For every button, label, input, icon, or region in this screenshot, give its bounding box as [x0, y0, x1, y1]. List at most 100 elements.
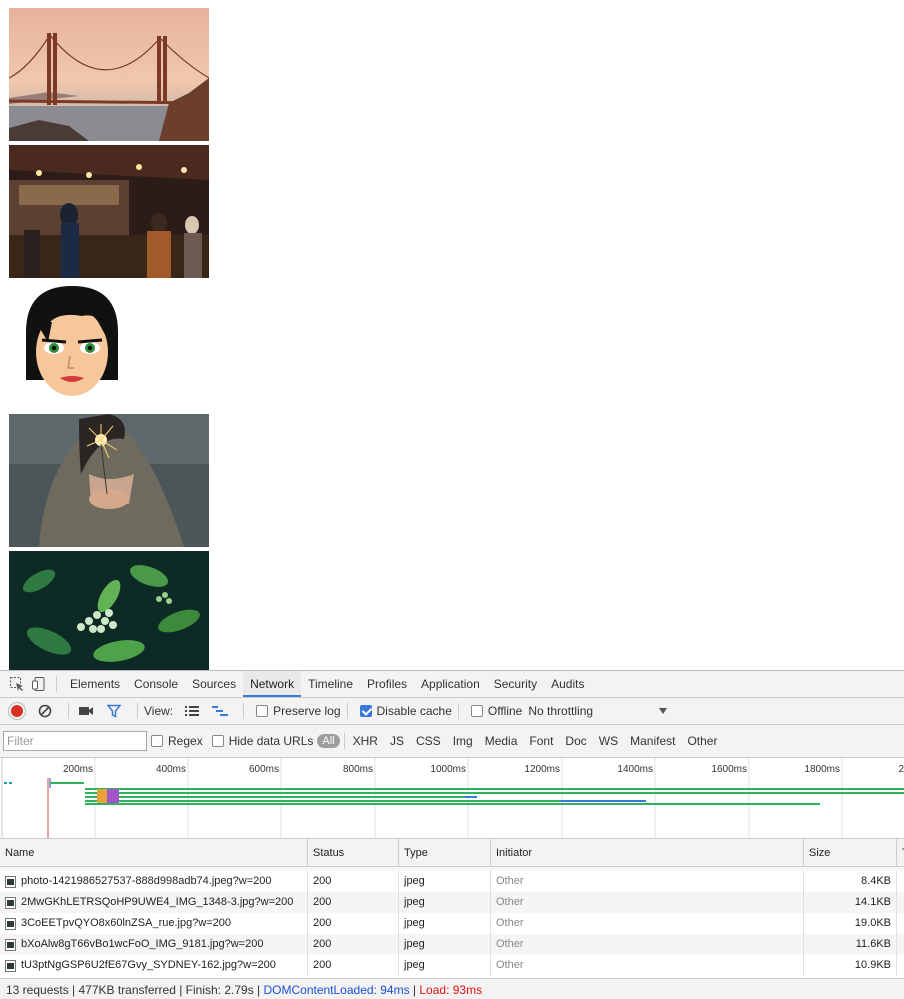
video-camera-icon [79, 707, 93, 715]
filter-type-doc[interactable]: Doc [559, 734, 592, 748]
clear-button[interactable] [34, 700, 56, 722]
filter-funnel-icon [107, 704, 121, 718]
request-name: photo-1421986527537-888d998adb74.jpeg?w=… [21, 875, 272, 887]
preserve-log-label: Preserve log [273, 704, 341, 718]
network-toolbar: View: Preserve log Disable cache Offline… [0, 698, 904, 725]
cell-name: 3CoEETpvQYO8x60lnZSA_rue.jpg?w=200 [0, 913, 308, 934]
filter-type-xhr[interactable]: XHR [347, 734, 384, 748]
column-header-name[interactable]: Name [0, 839, 308, 867]
hide-data-urls-checkbox[interactable] [211, 735, 224, 747]
devtools-panel: Elements Console Sources Network Timelin… [0, 670, 904, 999]
image-file-icon [5, 896, 16, 909]
filter-type-font[interactable]: Font [523, 734, 559, 748]
overview-toggle-button[interactable] [209, 700, 231, 722]
cell-size: 14.1KB [804, 892, 897, 913]
cell-initiator: Other [491, 871, 804, 892]
disable-cache-checkbox[interactable] [359, 705, 372, 717]
tab-network[interactable]: Network [243, 671, 302, 697]
table-row[interactable]: tU3ptNgGSP6U2fE67Gvy_SYDNEY-162.jpg?w=20… [0, 955, 904, 976]
dom-content-loaded-time: DOMContentLoaded: 94ms [263, 983, 410, 997]
sparkler-photo [9, 414, 209, 547]
cell-type: jpeg [399, 892, 491, 913]
cell-size: 19.0KB [804, 913, 897, 934]
filter-type-other[interactable]: Other [681, 734, 723, 748]
throttling-select[interactable]: No throttling [528, 704, 668, 718]
record-icon [11, 705, 23, 717]
avatar-illustration [20, 282, 125, 407]
filter-type-ws[interactable]: WS [593, 734, 624, 748]
view-label: View: [144, 704, 174, 718]
filter-toggle-button[interactable] [103, 700, 125, 722]
filter-type-js[interactable]: JS [384, 734, 410, 748]
filter-type-css[interactable]: CSS [410, 734, 447, 748]
large-rows-button[interactable] [181, 700, 203, 722]
tick-label: 200ms [63, 764, 93, 775]
column-header-initiator[interactable]: Initiator [491, 839, 804, 867]
cell-size: 11.6KB [804, 934, 897, 955]
cell-name: bXoAlw8gT66vBo1wcFoO_IMG_9181.jpg?w=200 [0, 934, 308, 955]
devtools-tabbar: Elements Console Sources Network Timelin… [0, 671, 904, 698]
filter-input[interactable] [3, 731, 147, 751]
tick-label: 800ms [343, 764, 373, 775]
tick-label: 1600ms [711, 764, 747, 775]
tick-label: 1200ms [524, 764, 560, 775]
list-view-icon [185, 706, 200, 716]
request-name: 3CoEETpvQYO8x60lnZSA_rue.jpg?w=200 [21, 917, 232, 929]
cell-status: 200 [308, 934, 399, 955]
offline-checkbox[interactable] [470, 705, 483, 717]
filter-type-manifest[interactable]: Manifest [624, 734, 681, 748]
disable-cache-label: Disable cache [376, 704, 452, 718]
cell-type: jpeg [399, 955, 491, 976]
filter-type-media[interactable]: Media [479, 734, 524, 748]
column-header-time[interactable]: T [897, 839, 904, 867]
filter-type-all[interactable]: All [317, 734, 340, 748]
capture-screenshots-button[interactable] [75, 700, 97, 722]
tabbar-divider [56, 676, 57, 692]
tab-elements[interactable]: Elements [63, 671, 127, 697]
table-row[interactable]: photo-1421986527537-888d998adb74.jpeg?w=… [0, 871, 904, 892]
tick-label: 1800ms [804, 764, 840, 775]
tab-console[interactable]: Console [127, 671, 185, 697]
inspect-element-icon[interactable] [6, 671, 28, 697]
device-mode-icon[interactable] [28, 671, 50, 697]
column-header-status[interactable]: Status [308, 839, 399, 867]
network-status-bar: 13 requests | 477KB transferred | Finish… [0, 978, 904, 999]
tab-sources[interactable]: Sources [185, 671, 243, 697]
clear-icon [38, 704, 52, 718]
image-file-icon [5, 875, 16, 888]
preserve-log-checkbox[interactable] [256, 705, 269, 717]
image-file-icon [5, 959, 16, 972]
cell-size: 10.9KB [804, 955, 897, 976]
cell-status: 200 [308, 892, 399, 913]
load-time: Load: 93ms [419, 983, 483, 997]
tab-application[interactable]: Application [414, 671, 487, 697]
column-header-type[interactable]: Type [399, 839, 491, 867]
tick-label: 2 [898, 764, 904, 775]
tab-profiles[interactable]: Profiles [360, 671, 414, 697]
table-row[interactable]: 2MwGKhLETRSQoHP9UWE4_IMG_1348-3.jpg?w=20… [0, 892, 904, 913]
record-button[interactable] [6, 700, 28, 722]
filter-divider [343, 733, 345, 749]
request-name: 2MwGKhLETRSQoHP9UWE4_IMG_1348-3.jpg?w=20… [21, 896, 294, 908]
table-row[interactable]: bXoAlw8gT66vBo1wcFoO_IMG_9181.jpg?w=200 … [0, 934, 904, 955]
tab-security[interactable]: Security [487, 671, 544, 697]
cell-status: 200 [308, 913, 399, 934]
hide-data-urls-label: Hide data URLs [228, 734, 314, 748]
filter-bar: Regex Hide data URLs All XHR JS CSS Img … [0, 725, 904, 758]
network-overview[interactable]: 200ms 400ms 600ms 800ms 1000ms 1200ms 14… [0, 758, 904, 839]
filter-type-img[interactable]: Img [447, 734, 479, 748]
tab-timeline[interactable]: Timeline [301, 671, 360, 697]
requests-table: Name Status Type Initiator Size T photo-… [0, 839, 904, 978]
column-header-size[interactable]: Size [804, 839, 897, 867]
toolbar-divider [243, 703, 245, 719]
bridge-photo [9, 8, 209, 141]
cell-name: tU3ptNgGSP6U2fE67Gvy_SYDNEY-162.jpg?w=20… [0, 955, 308, 976]
tick-label: 1000ms [430, 764, 466, 775]
plant-photo [9, 551, 209, 670]
table-row[interactable]: 3CoEETpvQYO8x60lnZSA_rue.jpg?w=200 200 j… [0, 913, 904, 934]
cell-type: jpeg [399, 934, 491, 955]
regex-checkbox[interactable] [151, 735, 163, 747]
tab-audits[interactable]: Audits [544, 671, 591, 697]
cell-size: 8.4KB [804, 871, 897, 892]
table-header: Name Status Type Initiator Size T [0, 839, 904, 867]
